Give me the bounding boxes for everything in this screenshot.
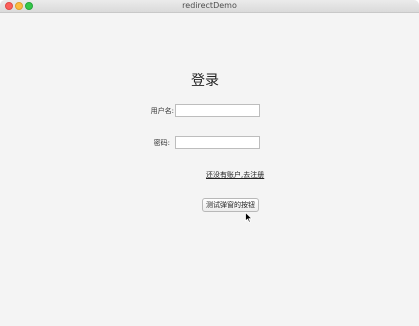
app-window: redirectDemo 登录 用户名: 密码: 还没有账户,去注册 测试弹窗的… bbox=[0, 0, 419, 326]
username-input[interactable] bbox=[175, 104, 260, 117]
test-popup-button[interactable]: 测试弹窗的按钮 bbox=[202, 198, 259, 212]
password-label: 密码: bbox=[153, 139, 170, 147]
password-input[interactable] bbox=[175, 136, 260, 149]
title-bar[interactable]: redirectDemo bbox=[0, 0, 419, 13]
mouse-cursor-icon bbox=[245, 212, 253, 223]
username-label: 用户名: bbox=[150, 107, 174, 115]
login-heading: 登录 bbox=[191, 73, 219, 89]
window-title: redirectDemo bbox=[182, 1, 237, 10]
register-link[interactable]: 还没有账户,去注册 bbox=[206, 170, 264, 180]
